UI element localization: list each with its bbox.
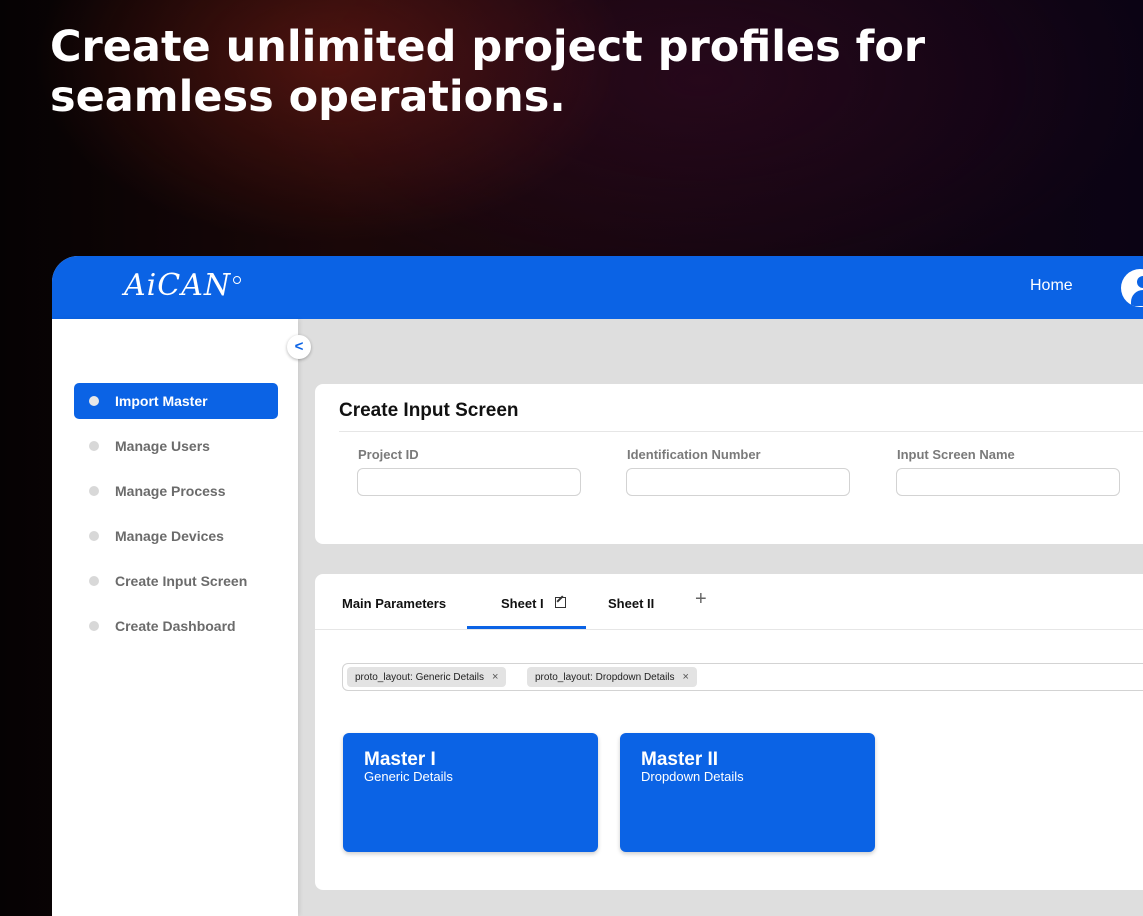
sidebar-item-label: Manage Devices — [115, 528, 224, 544]
avatar-body-shape — [1131, 290, 1143, 306]
sidebar-item-manage-devices[interactable]: Manage Devices — [74, 518, 278, 554]
project-id-label: Project ID — [358, 447, 419, 462]
identification-number-input[interactable] — [626, 468, 850, 496]
bullet-icon — [89, 576, 99, 586]
bullet-icon — [89, 396, 99, 406]
sidebar-item-label: Create Input Screen — [115, 573, 248, 589]
master-tile-ii[interactable]: Master II Dropdown Details — [620, 733, 875, 852]
input-screen-name-input[interactable] — [896, 468, 1120, 496]
chip-label: proto_layout: Generic Details — [355, 672, 484, 683]
tab-main-parameters[interactable]: Main Parameters — [342, 596, 446, 611]
layout-tag-input[interactable]: proto_layout: Generic Details × proto_lay… — [342, 663, 1143, 691]
input-screen-name-label: Input Screen Name — [897, 447, 1015, 462]
input-screen-form: Create Input Screen Project ID Identific… — [315, 384, 1143, 544]
divider — [339, 431, 1143, 432]
plus-icon[interactable]: + — [695, 588, 707, 611]
sidebar: Import Master Manage Users Manage Proces… — [52, 319, 298, 916]
close-icon[interactable]: × — [492, 671, 498, 683]
project-id-input[interactable] — [357, 468, 581, 496]
close-icon[interactable]: × — [683, 671, 689, 683]
tile-subtitle: Generic Details — [364, 769, 453, 784]
sidebar-item-label: Manage Process — [115, 483, 226, 499]
brand-logo[interactable]: AiCAN — [124, 268, 242, 303]
tile-title: Master II — [641, 749, 719, 770]
bullet-icon — [89, 531, 99, 541]
bullet-icon — [89, 486, 99, 496]
sidebar-item-create-input-screen[interactable]: Create Input Screen — [74, 563, 278, 599]
page-headline: Create unlimited project profiles for se… — [50, 22, 926, 122]
form-title: Create Input Screen — [339, 400, 519, 421]
layout-chip: proto_layout: Dropdown Details × — [527, 667, 697, 687]
sheets-panel: Main Parameters Sheet I Sheet II + proto… — [315, 574, 1143, 890]
layout-chip: proto_layout: Generic Details × — [347, 667, 507, 687]
bullet-icon — [89, 621, 99, 631]
master-tile-i[interactable]: Master I Generic Details — [343, 733, 598, 852]
logo-circle-icon — [233, 276, 242, 284]
app-window: AiCAN Home Import Master Manage Users Ma… — [52, 256, 1143, 916]
identification-number-label: Identification Number — [627, 447, 761, 462]
sidebar-item-manage-users[interactable]: Manage Users — [74, 428, 278, 464]
sidebar-item-import-master[interactable]: Import Master — [74, 383, 278, 419]
logo-text: AiCAN — [124, 268, 232, 303]
tab-sheet-ii[interactable]: Sheet II — [608, 596, 654, 611]
tile-subtitle: Dropdown Details — [641, 769, 744, 784]
edit-icon[interactable] — [555, 597, 566, 608]
sidebar-item-label: Manage Users — [115, 438, 210, 454]
sidebar-nav: Import Master Manage Users Manage Proces… — [74, 383, 278, 653]
bullet-icon — [89, 441, 99, 451]
tab-divider — [315, 629, 1143, 630]
tile-title: Master I — [364, 749, 436, 770]
tab-sheet-i[interactable]: Sheet I — [501, 596, 544, 611]
sidebar-item-label: Import Master — [115, 393, 208, 409]
chevron-left-icon[interactable]: < — [287, 335, 311, 359]
top-navbar: AiCAN Home — [52, 256, 1143, 319]
chip-label: proto_layout: Dropdown Details — [535, 672, 675, 683]
sidebar-item-manage-process[interactable]: Manage Process — [74, 473, 278, 509]
avatar-head-shape — [1137, 276, 1143, 288]
user-avatar-icon[interactable] — [1121, 269, 1143, 307]
sidebar-item-label: Create Dashboard — [115, 618, 236, 634]
sidebar-item-create-dashboard[interactable]: Create Dashboard — [74, 608, 278, 644]
home-link[interactable]: Home — [1030, 277, 1073, 295]
